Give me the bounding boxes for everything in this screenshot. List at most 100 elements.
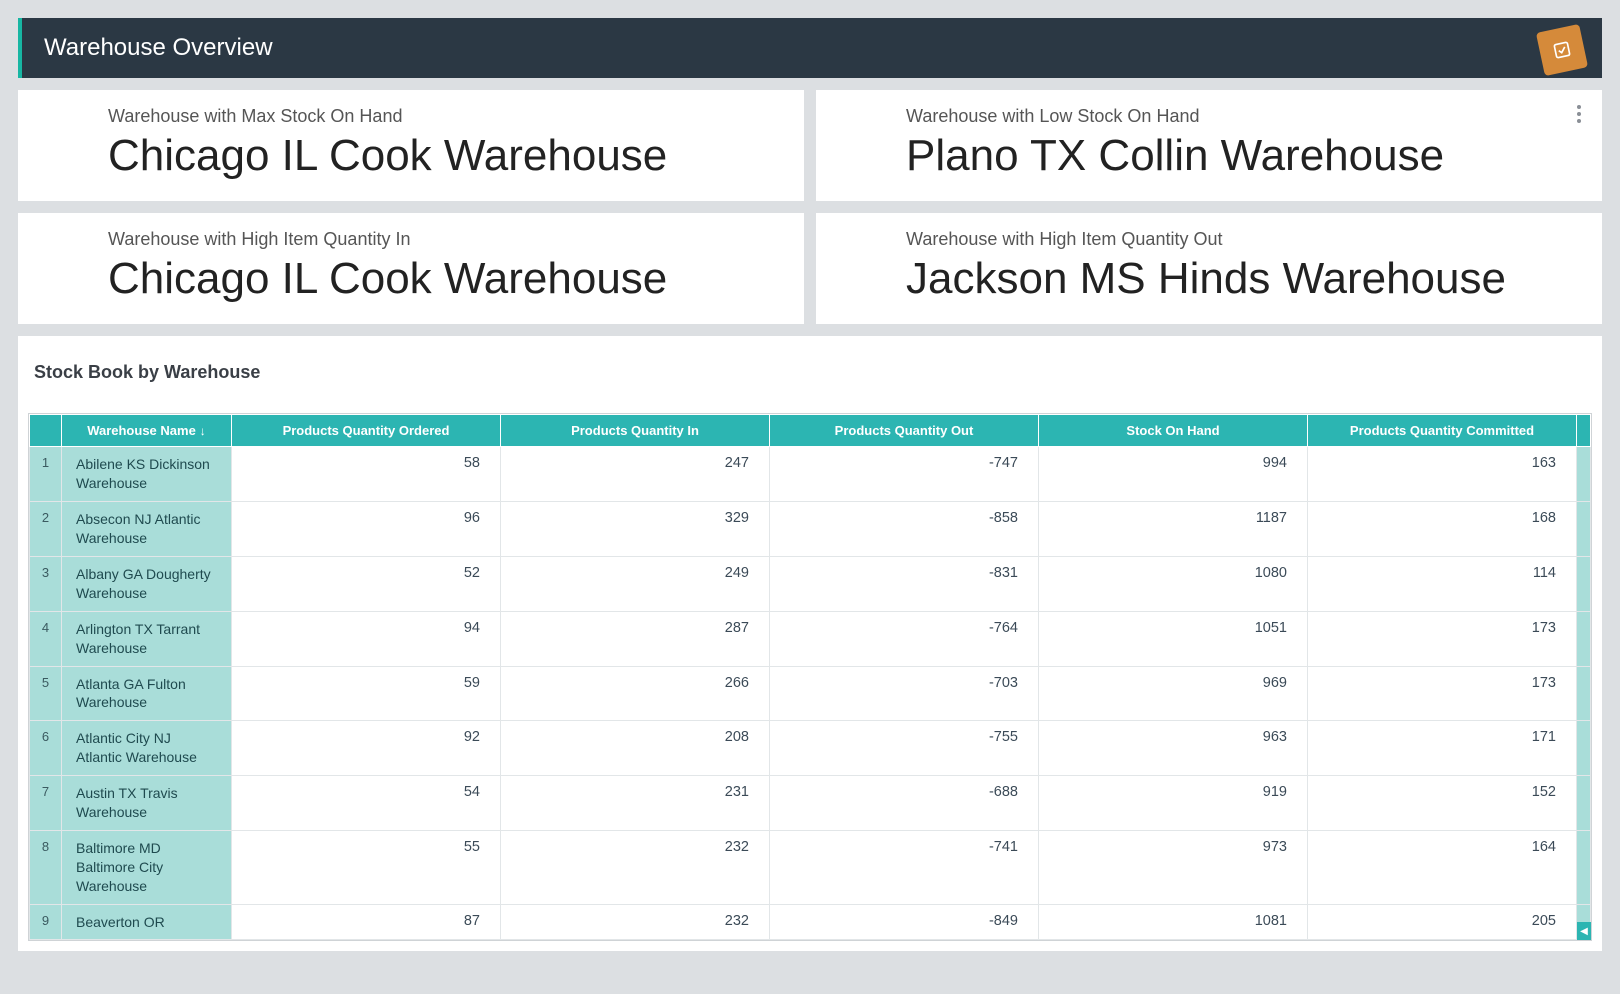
kpi-value: Plano TX Collin Warehouse xyxy=(906,133,1578,179)
cell-in: 231 xyxy=(501,776,770,831)
warehouse-name-cell[interactable]: Atlantic City NJ Atlantic Warehouse xyxy=(62,721,232,776)
cell-committed: 173 xyxy=(1308,666,1577,721)
cell-in: 232 xyxy=(501,904,770,940)
cell-ordered: 52 xyxy=(232,556,501,611)
warehouse-name-cell[interactable]: Absecon NJ Atlantic Warehouse xyxy=(62,502,232,557)
warehouse-name-cell[interactable]: Atlanta GA Fulton Warehouse xyxy=(62,666,232,721)
cell-in: 232 xyxy=(501,830,770,904)
col-label: Warehouse Name xyxy=(87,423,196,438)
cell-stock: 1187 xyxy=(1039,502,1308,557)
table-row[interactable]: 9Beaverton OR87232-8491081205 xyxy=(30,904,1591,940)
table-row[interactable]: 5Atlanta GA Fulton Warehouse59266-703969… xyxy=(30,666,1591,721)
col-spacer xyxy=(1577,415,1591,447)
kpi-label: Warehouse with Low Stock On Hand xyxy=(906,106,1578,127)
col-rownum[interactable] xyxy=(30,415,62,447)
kpi-row-1: Warehouse with Max Stock On Hand Chicago… xyxy=(18,90,1602,201)
warehouse-name-cell[interactable]: Baltimore MD Baltimore City Warehouse xyxy=(62,830,232,904)
row-number: 9 xyxy=(30,904,62,940)
cell-stock: 1051 xyxy=(1039,611,1308,666)
cell-stock: 1081 xyxy=(1039,904,1308,940)
table-row[interactable]: 8Baltimore MD Baltimore City Warehouse55… xyxy=(30,830,1591,904)
table-row[interactable]: 3Albany GA Dougherty Warehouse52249-8311… xyxy=(30,556,1591,611)
table-section: Stock Book by Warehouse Warehouse Name ↓ … xyxy=(18,336,1602,951)
cell-spacer xyxy=(1577,666,1591,721)
kpi-value: Jackson MS Hinds Warehouse xyxy=(906,256,1578,302)
cell-out: -831 xyxy=(770,556,1039,611)
cell-ordered: 94 xyxy=(232,611,501,666)
table-row[interactable]: 1Abilene KS Dickinson Warehouse58247-747… xyxy=(30,447,1591,502)
warehouse-name-cell[interactable]: Austin TX Travis Warehouse xyxy=(62,776,232,831)
card-menu-icon[interactable] xyxy=(1570,102,1588,126)
col-products-in[interactable]: Products Quantity In xyxy=(501,415,770,447)
cell-out: -741 xyxy=(770,830,1039,904)
row-number: 1 xyxy=(30,447,62,502)
page-title: Warehouse Overview xyxy=(44,34,273,62)
cell-ordered: 55 xyxy=(232,830,501,904)
table-row[interactable]: 2Absecon NJ Atlantic Warehouse96329-8581… xyxy=(30,502,1591,557)
table-row[interactable]: 7Austin TX Travis Warehouse54231-6889191… xyxy=(30,776,1591,831)
cell-spacer xyxy=(1577,721,1591,776)
cell-committed: 114 xyxy=(1308,556,1577,611)
cell-out: -858 xyxy=(770,502,1039,557)
cell-out: -755 xyxy=(770,721,1039,776)
cell-ordered: 59 xyxy=(232,666,501,721)
cell-ordered: 92 xyxy=(232,721,501,776)
table-row[interactable]: 6Atlantic City NJ Atlantic Warehouse9220… xyxy=(30,721,1591,776)
cell-in: 247 xyxy=(501,447,770,502)
kpi-label: Warehouse with High Item Quantity Out xyxy=(906,229,1578,250)
cell-spacer xyxy=(1577,776,1591,831)
cell-in: 249 xyxy=(501,556,770,611)
table-row[interactable]: 4Arlington TX Tarrant Warehouse94287-764… xyxy=(30,611,1591,666)
row-number: 5 xyxy=(30,666,62,721)
kpi-row-2: Warehouse with High Item Quantity In Chi… xyxy=(18,213,1602,324)
kpi-high-in[interactable]: Warehouse with High Item Quantity In Chi… xyxy=(18,213,804,324)
row-number: 8 xyxy=(30,830,62,904)
kpi-low-stock[interactable]: Warehouse with Low Stock On Hand Plano T… xyxy=(816,90,1602,201)
warehouse-name-cell[interactable]: Beaverton OR xyxy=(62,904,232,940)
cell-ordered: 96 xyxy=(232,502,501,557)
kpi-max-stock[interactable]: Warehouse with Max Stock On Hand Chicago… xyxy=(18,90,804,201)
cell-in: 329 xyxy=(501,502,770,557)
warehouse-name-cell[interactable]: Arlington TX Tarrant Warehouse xyxy=(62,611,232,666)
horizontal-scroll-handle[interactable]: ◀ xyxy=(1577,922,1591,940)
kpi-value: Chicago IL Cook Warehouse xyxy=(108,133,780,179)
cell-committed: 163 xyxy=(1308,447,1577,502)
cell-committed: 173 xyxy=(1308,611,1577,666)
table-title: Stock Book by Warehouse xyxy=(34,362,1592,383)
kpi-high-out[interactable]: Warehouse with High Item Quantity Out Ja… xyxy=(816,213,1602,324)
cell-out: -849 xyxy=(770,904,1039,940)
col-products-out[interactable]: Products Quantity Out xyxy=(770,415,1039,447)
table-wrap: Warehouse Name ↓ Products Quantity Ordere… xyxy=(28,413,1592,941)
col-products-ordered[interactable]: Products Quantity Ordered xyxy=(232,415,501,447)
row-number: 7 xyxy=(30,776,62,831)
cell-in: 287 xyxy=(501,611,770,666)
cell-spacer xyxy=(1577,447,1591,502)
col-stock-on-hand[interactable]: Stock On Hand xyxy=(1039,415,1308,447)
cell-spacer xyxy=(1577,502,1591,557)
sort-down-icon: ↓ xyxy=(200,424,206,438)
cell-spacer xyxy=(1577,556,1591,611)
row-number: 4 xyxy=(30,611,62,666)
cell-stock: 1080 xyxy=(1039,556,1308,611)
warehouse-name-cell[interactable]: Albany GA Dougherty Warehouse xyxy=(62,556,232,611)
stock-table: Warehouse Name ↓ Products Quantity Ordere… xyxy=(29,414,1591,940)
cell-spacer xyxy=(1577,830,1591,904)
cell-ordered: 87 xyxy=(232,904,501,940)
header-stamp-icon xyxy=(1536,24,1588,76)
cell-in: 208 xyxy=(501,721,770,776)
table-body: 1Abilene KS Dickinson Warehouse58247-747… xyxy=(30,447,1591,940)
kpi-label: Warehouse with High Item Quantity In xyxy=(108,229,780,250)
cell-in: 266 xyxy=(501,666,770,721)
cell-stock: 969 xyxy=(1039,666,1308,721)
cell-committed: 171 xyxy=(1308,721,1577,776)
cell-stock: 963 xyxy=(1039,721,1308,776)
cell-out: -764 xyxy=(770,611,1039,666)
row-number: 6 xyxy=(30,721,62,776)
cell-ordered: 58 xyxy=(232,447,501,502)
col-products-committed[interactable]: Products Quantity Committed xyxy=(1308,415,1577,447)
warehouse-name-cell[interactable]: Abilene KS Dickinson Warehouse xyxy=(62,447,232,502)
col-warehouse-name[interactable]: Warehouse Name ↓ xyxy=(62,415,232,447)
cell-out: -747 xyxy=(770,447,1039,502)
cell-out: -703 xyxy=(770,666,1039,721)
row-number: 2 xyxy=(30,502,62,557)
